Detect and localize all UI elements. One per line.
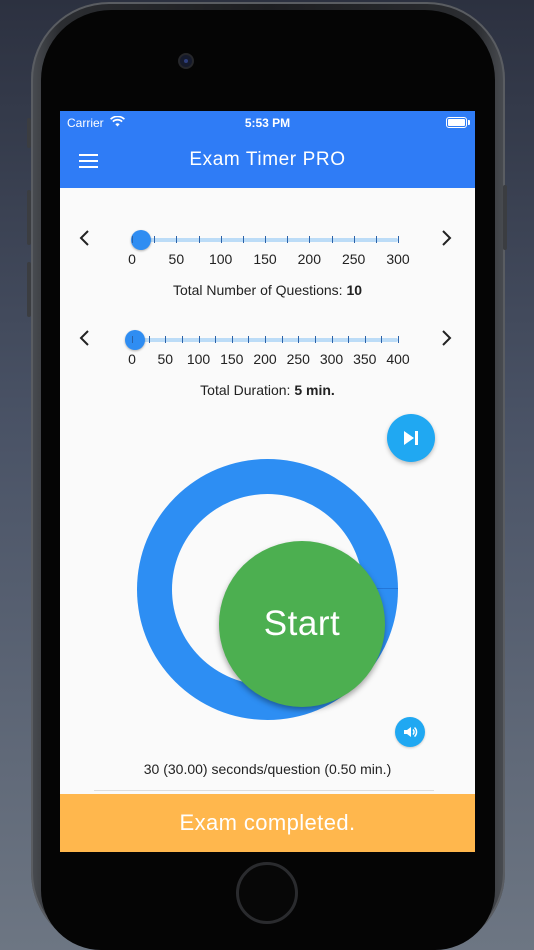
duration-caption: Total Duration: 5 min. (60, 382, 475, 398)
slider-tick (287, 236, 289, 243)
volume-icon (404, 726, 418, 738)
skip-next-icon (404, 431, 418, 445)
chevron-right-icon (442, 330, 452, 346)
slider-tick (331, 336, 333, 343)
questions-caption-label: Total Number of Questions: (172, 282, 343, 298)
front-camera (180, 55, 192, 67)
slider-tick (265, 236, 266, 243)
slider-tick-label: 100 (208, 251, 233, 267)
questions-caption: Total Number of Questions: 10 (60, 282, 475, 298)
slider-tick (353, 236, 355, 243)
slider-tick (198, 336, 200, 343)
slider-tick (314, 336, 316, 343)
slider-tick-label: 50 (168, 251, 185, 267)
skip-next-button[interactable] (387, 414, 435, 462)
questions-slider[interactable] (130, 230, 399, 250)
mute-switch (27, 118, 31, 148)
slider-tick (132, 336, 133, 343)
slider-tick-label: 150 (220, 351, 244, 367)
power-side-button (503, 185, 507, 250)
slider-tick (215, 336, 217, 343)
slider-tick-label: 100 (186, 351, 211, 367)
status-time: 5:53 PM (244, 116, 291, 130)
volume-down-side-button (27, 262, 31, 317)
timer-ring-inner: Start (172, 494, 385, 707)
slider-tick (281, 336, 283, 343)
slider-tick (381, 336, 383, 343)
slider-tick (231, 336, 233, 343)
slider-tick (198, 236, 200, 243)
volume-button[interactable] (395, 717, 425, 747)
chevron-left-icon (79, 230, 89, 246)
duration-caption-label: Total Duration: (200, 382, 291, 398)
home-button[interactable] (236, 862, 298, 924)
start-button[interactable]: Start (219, 541, 385, 707)
battery-icon (446, 117, 470, 128)
slider-tick-label: 250 (286, 351, 310, 367)
status-bar: Carrier 5:53 PM (60, 115, 475, 132)
questions-slider-thumb[interactable] (130, 230, 151, 250)
questions-slider-row: 0 50 100 150 200 250 300 (60, 228, 475, 268)
duration-slider-row: 0 50 100 150 200 250 300 350 400 (60, 328, 475, 368)
exam-status-banner: Exam completed. (60, 794, 475, 852)
duration-increase-button[interactable] (437, 328, 457, 352)
slider-tick-label: 0 (128, 251, 136, 267)
slider-tick-label: 300 (386, 251, 410, 267)
duration-decrease-button[interactable] (74, 328, 94, 352)
slider-tick (176, 236, 178, 243)
slider-tick-label: 300 (319, 351, 344, 367)
app-bar: Carrier 5:53 PM Exam Timer PRO (60, 111, 475, 188)
page-title: Exam Timer PRO (189, 149, 346, 170)
slider-tick-label: 0 (128, 351, 136, 367)
duration-slider[interactable] (125, 330, 399, 350)
chevron-left-icon (79, 330, 89, 346)
timer-progress-ring: Start (137, 459, 398, 720)
slider-tick (248, 336, 250, 343)
questions-increase-button[interactable] (437, 228, 457, 252)
slider-tick (265, 336, 266, 343)
slider-tick (154, 236, 156, 243)
slider-tick-label: 150 (253, 251, 277, 267)
slider-tick (375, 236, 377, 243)
slider-tick (348, 336, 350, 343)
slider-tick (298, 336, 300, 343)
questions-decrease-button[interactable] (74, 228, 94, 252)
questions-caption-value: 10 (346, 282, 363, 298)
slider-tick-label: 400 (386, 351, 410, 367)
seconds-per-question-text: 30 (30.00) seconds/question (0.50 min.) (143, 761, 392, 777)
chevron-right-icon (442, 230, 452, 246)
slider-tick (242, 236, 244, 243)
slider-tick (165, 336, 167, 343)
slider-tick (220, 236, 222, 243)
slider-tick-label: 250 (341, 251, 366, 267)
slider-tick-label: 200 (297, 251, 322, 267)
slider-tick (148, 336, 150, 343)
slider-tick (181, 336, 183, 343)
slider-tick (309, 236, 311, 243)
volume-up-side-button (27, 190, 31, 245)
slider-tick-label: 50 (157, 351, 174, 367)
divider (94, 790, 434, 791)
slider-tick (398, 336, 399, 343)
app-screen: Carrier 5:53 PM Exam Timer PRO 0 50 100 150… (60, 111, 475, 852)
duration-caption-value: 5 min. (294, 382, 335, 398)
slider-tick (331, 236, 333, 243)
slider-tick (364, 336, 366, 343)
duration-slider-thumb[interactable] (125, 330, 146, 350)
slider-tick-label: 350 (353, 351, 377, 367)
slider-tick (132, 236, 133, 243)
slider-tick (398, 236, 399, 243)
slider-tick-label: 200 (253, 351, 277, 367)
